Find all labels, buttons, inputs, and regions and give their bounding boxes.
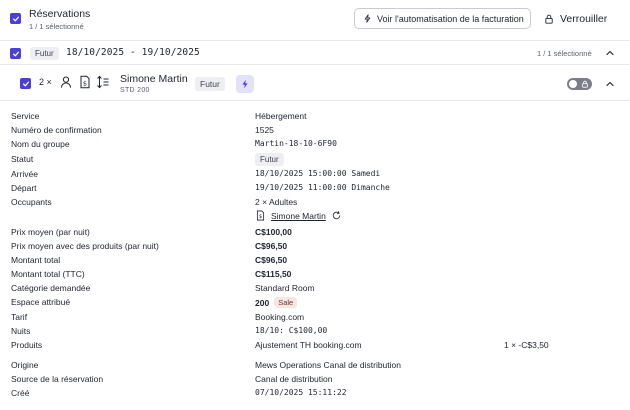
chevron-up-icon[interactable] xyxy=(605,48,615,58)
detail-value: Booking.com xyxy=(255,312,305,322)
detail-row-occupants: Occupants 2 × Adultes xyxy=(0,196,630,210)
detail-label: Nuits xyxy=(11,326,31,336)
detail-row-nights: Nuits 18/10: C$100,00 xyxy=(0,325,630,339)
room-code: STD 200 xyxy=(120,87,150,94)
detail-label: Source de la réservation xyxy=(11,374,104,384)
svg-text:$: $ xyxy=(259,214,262,220)
detail-row-total: Montant total C$96,50 xyxy=(0,254,630,268)
detail-row-service: Service Hébergement xyxy=(0,110,630,124)
detail-row-origin: Origine Mews Operations Canal de distrib… xyxy=(0,359,630,373)
detail-row-rate: Tarif Booking.com xyxy=(0,311,630,325)
status-badge: Futur xyxy=(255,153,284,166)
dollar-document-icon[interactable]: $ xyxy=(78,75,92,89)
detail-label: Espace attribué xyxy=(11,297,71,307)
detail-label: Origine xyxy=(11,360,39,370)
detail-row-avg-price: Prix moyen (par nuit) C$100,00 xyxy=(0,226,630,240)
detail-label: Service xyxy=(11,111,40,121)
lock-icon xyxy=(582,80,588,88)
group-dates: 18/10/2025 - 19/10/2025 xyxy=(66,47,200,58)
svg-text:$: $ xyxy=(83,79,87,87)
reservation-row[interactable]: 2 × $ Simone Martin STD 200 Futur xyxy=(0,66,630,101)
detail-value: 18/10: C$100,00 xyxy=(255,326,328,335)
detail-value: 2 × Adultes xyxy=(255,197,298,207)
bolt-icon xyxy=(364,14,371,23)
detail-value: 1525 xyxy=(255,125,274,135)
detail-row-category: Catégorie demandée Standard Room xyxy=(0,282,630,296)
detail-value: Martin-18-10-6F90 xyxy=(255,139,337,148)
sort-icon[interactable] xyxy=(96,75,110,89)
detail-label: Produits xyxy=(11,340,43,350)
detail-row-avg-price-products: Prix moyen avec des produits (par nuit) … xyxy=(0,240,630,254)
group-selection-count: 1 / 1 sélectionné xyxy=(537,49,592,58)
reservations-header: Réservations 1 / 1 sélectionné Voir l'au… xyxy=(0,0,630,41)
detail-label: Départ xyxy=(11,183,37,193)
guest-name[interactable]: Simone Martin xyxy=(120,73,188,85)
detail-label: Prix moyen (par nuit) xyxy=(11,227,90,237)
detail-row-departure: Départ 19/10/2025 11:00:00 Dimanche xyxy=(0,182,630,196)
detail-row-arrival: Arrivée 18/10/2025 15:00:00 Samedi xyxy=(0,168,630,182)
detail-label: Montant total (TTC) xyxy=(11,269,85,279)
detail-label: Créé xyxy=(11,388,30,398)
chevron-up-icon[interactable] xyxy=(605,79,615,89)
selection-count: 1 / 1 sélectionné xyxy=(29,22,84,31)
page-title: Réservations xyxy=(29,8,91,20)
detail-value: C$100,00 xyxy=(255,227,292,237)
automation-chip[interactable] xyxy=(236,75,254,93)
detail-label: Nom du groupe xyxy=(11,139,70,149)
detail-label: Prix moyen avec des produits (par nuit) xyxy=(11,241,159,251)
detail-value: Canal de distribution xyxy=(255,374,333,384)
billing-automation-label: Voir l'automatisation de la facturation xyxy=(377,13,524,24)
detail-label: Occupants xyxy=(11,197,52,207)
bolt-icon xyxy=(242,79,248,89)
billing-automation-button[interactable]: Voir l'automatisation de la facturation xyxy=(354,8,531,29)
lock-toggle[interactable] xyxy=(567,78,592,90)
detail-row-total-ttc: Montant total (TTC) C$115,50 xyxy=(0,268,630,282)
detail-row-group-name: Nom du groupe Martin-18-10-6F90 xyxy=(0,138,630,152)
detail-row-source: Source de la réservation Canal de distri… xyxy=(0,373,630,387)
detail-row-space: Espace attribué 200 Sale xyxy=(0,296,630,311)
detail-value: 07/10/2025 15:11:22 xyxy=(255,388,347,397)
reservation-status-badge: Futur xyxy=(195,77,225,91)
lock-button[interactable]: Verrouiller xyxy=(544,10,607,28)
detail-value: C$96,50 xyxy=(255,241,288,251)
detail-row-products: Produits Ajustement TH booking.com 1 × -… xyxy=(0,339,630,353)
space-number: 200 xyxy=(255,297,270,308)
detail-label: Arrivée xyxy=(11,169,38,179)
detail-row-status: Statut Futur xyxy=(0,152,630,168)
reservation-group-row: Futur 18/10/2025 - 19/10/2025 1 / 1 séle… xyxy=(0,42,630,65)
product-amount: 1 × -C$3,50 xyxy=(504,340,549,350)
detail-label: Tarif xyxy=(11,312,28,322)
detail-value: 18/10/2025 15:00:00 Samedi xyxy=(255,169,381,178)
detail-value: Hébergement xyxy=(255,111,307,121)
detail-row-occupant-guest: $ Simone Martin xyxy=(0,209,630,224)
detail-label: Montant total xyxy=(11,255,61,265)
lock-label: Verrouiller xyxy=(560,13,608,25)
space-tag-badge: Sale xyxy=(274,297,298,308)
occupant-guest-link[interactable]: Simone Martin xyxy=(271,211,326,221)
reservation-checkbox[interactable] xyxy=(20,78,31,89)
toggle-knob xyxy=(569,80,577,88)
check-icon xyxy=(12,16,19,21)
select-all-checkbox[interactable] xyxy=(10,13,21,24)
detail-label: Statut xyxy=(11,154,34,164)
refresh-icon[interactable] xyxy=(331,210,342,221)
group-status-badge: Futur xyxy=(30,47,59,60)
detail-value: C$115,50 xyxy=(255,269,292,279)
group-checkbox[interactable] xyxy=(10,48,21,59)
detail-row-created: Créé 07/10/2025 15:11:22 xyxy=(0,387,630,401)
lock-icon xyxy=(545,14,553,24)
detail-label: Numéro de confirmation xyxy=(11,125,102,135)
detail-label: Catégorie demandée xyxy=(11,283,91,293)
detail-value: Ajustement TH booking.com xyxy=(255,340,362,350)
person-icon xyxy=(60,76,72,88)
dollar-document-icon[interactable]: $ xyxy=(255,210,266,221)
detail-row-confirmation: Numéro de confirmation 1525 xyxy=(0,124,630,138)
detail-value: 19/10/2025 11:00:00 Dimanche xyxy=(255,183,390,192)
detail-value: C$96,50 xyxy=(255,255,288,265)
detail-value: Mews Operations Canal de distribution xyxy=(255,360,401,370)
occupant-count: 2 × xyxy=(39,77,52,87)
detail-value: Standard Room xyxy=(255,283,315,293)
check-icon xyxy=(22,81,29,86)
check-icon xyxy=(12,51,19,56)
